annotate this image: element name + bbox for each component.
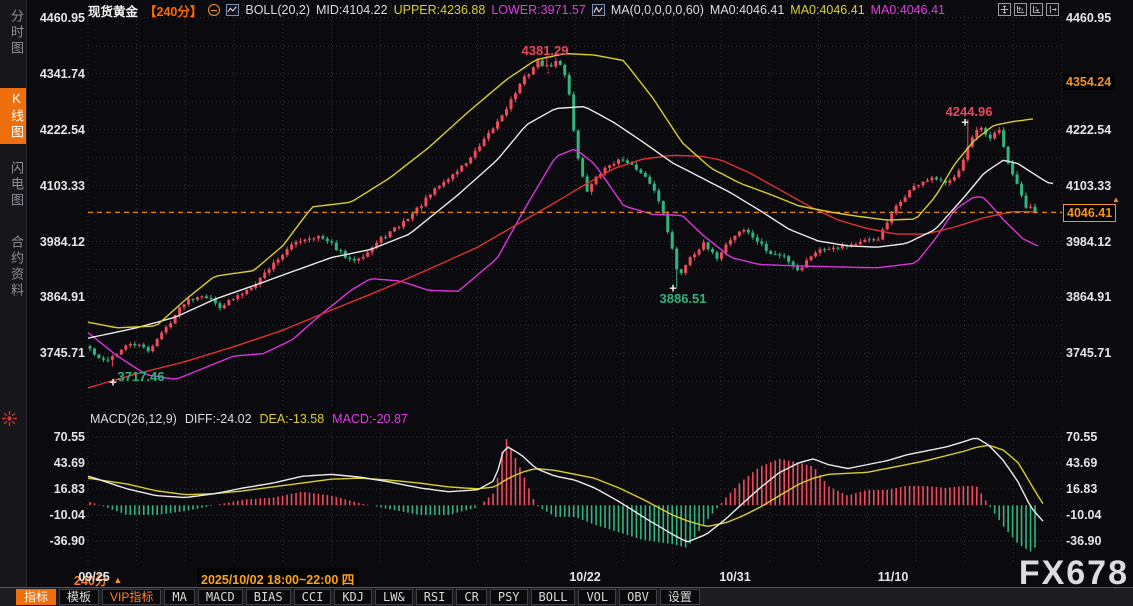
tab-kdj[interactable]: KDJ xyxy=(334,589,372,605)
macd-tick-right: -10.04 xyxy=(1066,508,1130,522)
macd-macd-value: MACD:-20.87 xyxy=(332,412,408,426)
y-axis-tick-right: 4103.33 xyxy=(1066,179,1130,193)
symbol-name: 现货黄金 xyxy=(88,1,138,20)
down-arrow-icon: ↓ xyxy=(538,59,543,70)
crosshair-date-tooltip: 2025/10/02 18:00~22:00 四 xyxy=(197,568,358,589)
macd-name: MACD(26,12,9) xyxy=(90,412,177,426)
ma-value-2: MA0:4046.41 xyxy=(790,3,864,17)
y-axis-tick-left: 4103.33 xyxy=(30,179,85,193)
x-axis-date-label: 10/22 xyxy=(569,570,600,584)
boll-lower-value: LOWER:3971.57 xyxy=(491,3,586,17)
macd-tick-right: 16.83 xyxy=(1066,482,1130,496)
y-axis-tick-left: 3864.91 xyxy=(30,290,85,304)
price-annotation: 3717.46 xyxy=(118,369,165,384)
macd-diff-value: DIFF:-24.02 xyxy=(185,412,252,426)
y-axis-tick-right: 3745.71 xyxy=(1066,346,1130,360)
zoom-axis-right-icon[interactable] xyxy=(1030,3,1043,16)
crosshair-marker-icon: + xyxy=(669,281,677,296)
zoom-axis-up-icon[interactable] xyxy=(1014,3,1027,16)
y-axis-tick-right: 3984.12 xyxy=(1066,235,1130,249)
tab-cr[interactable]: CR xyxy=(456,589,486,605)
tab-[interactable]: 设置 xyxy=(660,589,700,605)
reference-price-tag: 4354.24 xyxy=(1063,74,1114,90)
trading-app: 分时图 K线图闪电图合约资料 现货黄金 【240分】 BOLL(20,2) MID… xyxy=(0,0,1133,606)
macd-dea-value: DEA:-13.58 xyxy=(260,412,325,426)
tab-obv[interactable]: OBV xyxy=(619,589,657,605)
y-axis-tick-left: 3745.71 xyxy=(30,346,85,360)
tab-vip[interactable]: VIP指标 xyxy=(102,589,161,605)
tab-[interactable]: 模板 xyxy=(59,589,99,605)
x-axis-row: 240分 ▲ 09/2510/1310/2210/3111/10 2025/10… xyxy=(0,567,1133,587)
macd-tick-left: -10.04 xyxy=(30,508,85,522)
y-axis-tick-left: 3984.12 xyxy=(30,235,85,249)
x-axis-date-label: 09/25 xyxy=(78,570,109,584)
boll-mid-value: MID:4104.22 xyxy=(316,3,388,17)
tab-rsi[interactable]: RSI xyxy=(416,589,454,605)
macd-tick-left: 70.55 xyxy=(30,430,85,444)
y-axis-tick-left: 4222.54 xyxy=(30,123,85,137)
sidebar-item-1[interactable]: 分时图 xyxy=(0,6,26,60)
crosshair-marker-icon: + xyxy=(109,375,117,390)
ma-mini-chart-icon[interactable] xyxy=(592,4,605,16)
tab-bias[interactable]: BIAS xyxy=(246,589,291,605)
boll-mini-chart-icon[interactable] xyxy=(226,4,239,16)
ma-label: MA(0,0,0,0,0,60) xyxy=(611,3,704,17)
chart-header: 现货黄金 【240分】 BOLL(20,2) MID:4104.22 UPPER… xyxy=(88,2,945,18)
tab-boll[interactable]: BOLL xyxy=(531,589,576,605)
tab-ma[interactable]: MA xyxy=(164,589,194,605)
crosshair-marker-icon: + xyxy=(961,115,969,130)
move-crosshair-icon[interactable] xyxy=(998,3,1011,16)
last-price-tag: 4046.41 xyxy=(1063,204,1116,222)
macd-tick-right: 70.55 xyxy=(1066,430,1130,444)
x-axis-date-label: 11/10 xyxy=(878,570,909,584)
y-axis-tick-left: 4460.95 xyxy=(30,11,85,25)
y-axis-tick-right: 4460.95 xyxy=(1066,11,1130,25)
tab-cci[interactable]: CCI xyxy=(294,589,332,605)
red-starburst-icon[interactable] xyxy=(1,410,18,427)
boll-upper-value: UPPER:4236.88 xyxy=(394,3,486,17)
sidebar-item-3[interactable]: 闪电图 xyxy=(0,158,26,212)
left-sidebar: 分时图 K线图闪电图合约资料 xyxy=(0,0,27,588)
chart-toolbar-icons xyxy=(998,3,1059,16)
macd-tick-left: 43.69 xyxy=(30,456,85,470)
tab-psy[interactable]: PSY xyxy=(490,589,528,605)
sidebar-item-2[interactable]: K线图 xyxy=(0,88,26,144)
tab-vol[interactable]: VOL xyxy=(578,589,616,605)
down-arrow-icon: ↓ xyxy=(546,66,551,77)
indicator-toolbar: 指标模板VIP指标MAMACDBIASCCIKDJLW&RSICRPSYBOLL… xyxy=(0,587,1133,606)
y-axis-tick-left: 4341.74 xyxy=(30,67,85,81)
macd-tick-left: -36.90 xyxy=(30,534,85,548)
price-marker-icon: ▲ xyxy=(1112,196,1120,204)
tab-macd[interactable]: MACD xyxy=(198,589,243,605)
tab-lw[interactable]: LW& xyxy=(375,589,413,605)
up-triangle-icon: ▲ xyxy=(113,575,122,585)
ma-value-1: MA0:4046.41 xyxy=(710,3,784,17)
price-annotation: 4381.29 xyxy=(522,43,569,58)
ma-value-3: MA0:4046.41 xyxy=(871,3,945,17)
tab-[interactable]: 指标 xyxy=(16,589,56,605)
period-label: 【240分】 xyxy=(144,1,202,20)
shift-right-icon[interactable] xyxy=(1046,3,1059,16)
macd-tick-right: 43.69 xyxy=(1066,456,1130,470)
y-axis-tick-right: 3864.91 xyxy=(1066,290,1130,304)
macd-tick-left: 16.83 xyxy=(30,482,85,496)
candlestick-chart[interactable] xyxy=(0,0,1133,606)
macd-indicator-header: MACD(26,12,9) DIFF:-24.02 DEA:-13.58 MAC… xyxy=(90,412,408,426)
x-axis-date-label: 10/31 xyxy=(719,570,750,584)
boll-label: BOLL(20,2) xyxy=(245,3,310,17)
y-axis-tick-right: 4222.54 xyxy=(1066,123,1130,137)
price-annotation: 3886.51 xyxy=(660,291,707,306)
collapse-circle-minus-icon[interactable] xyxy=(208,4,220,16)
sidebar-item-4[interactable]: 合约资料 xyxy=(0,232,26,302)
macd-tick-right: -36.90 xyxy=(1066,534,1130,548)
